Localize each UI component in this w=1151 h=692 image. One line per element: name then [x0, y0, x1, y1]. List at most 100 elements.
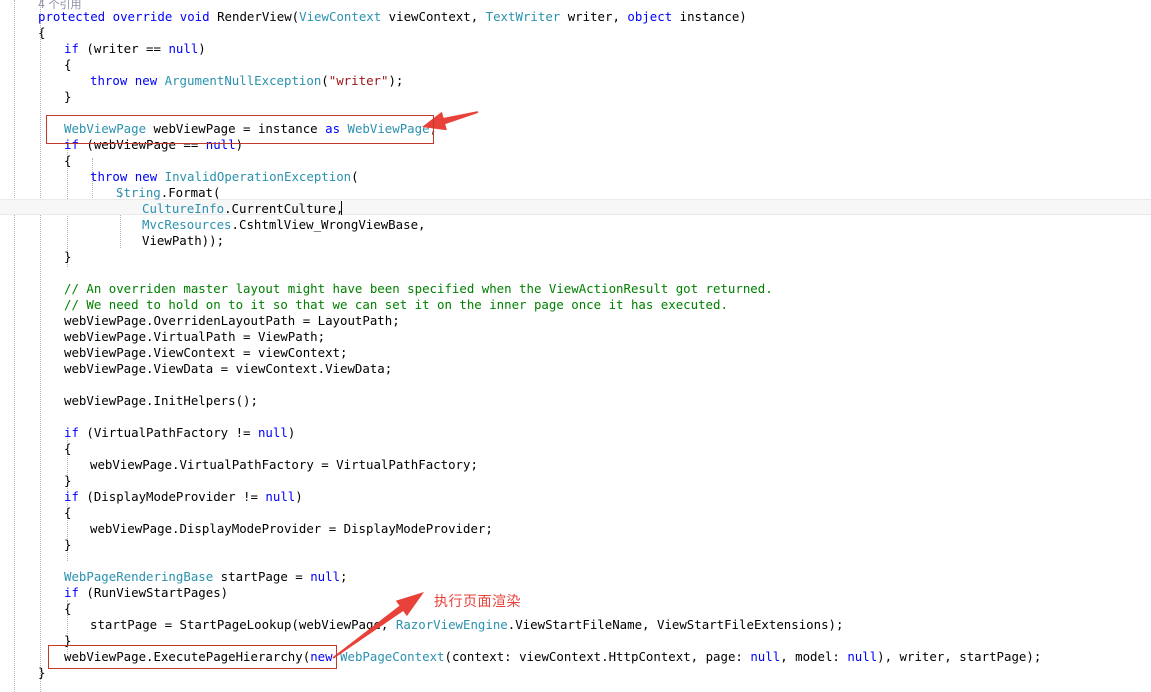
code-token: } [38, 665, 46, 680]
code-token: webViewPage.InitHelpers(); [64, 393, 258, 408]
code-line[interactable]: if (VirtualPathFactory != null) [0, 425, 1151, 441]
code-token: , model: [780, 649, 848, 664]
code-line[interactable]: { [0, 441, 1151, 457]
code-line[interactable] [0, 105, 1151, 121]
code-token: webViewPage.VirtualPathFactory = Virtual… [90, 457, 478, 472]
code-token: ; [340, 569, 348, 584]
code-token: if [64, 137, 79, 152]
code-token: .CshtmlView_WrongViewBase, [231, 217, 426, 232]
code-line[interactable]: } [0, 473, 1151, 489]
code-token: (DisplayModeProvider != [78, 489, 266, 504]
code-line[interactable]: { [0, 57, 1151, 73]
code-token: ; [429, 121, 438, 136]
code-line[interactable]: webViewPage.VirtualPathFactory = Virtual… [0, 457, 1151, 473]
code-token: ArgumentNullException [164, 73, 322, 88]
code-token: .ViewStartFileName, ViewStartFileExtensi… [507, 617, 844, 632]
code-token: throw [90, 73, 128, 88]
code-token: (VirtualPathFactory != [78, 425, 258, 440]
code-token: webViewPage.ViewContext = viewContext; [64, 345, 348, 360]
code-token: if [64, 425, 79, 440]
code-token: } [64, 249, 72, 264]
code-token: // An overriden master layout might have… [64, 281, 773, 296]
code-line[interactable]: webViewPage.VirtualPath = ViewPath; [0, 329, 1151, 345]
code-line[interactable]: MvcResources.CshtmlView_WrongViewBase, [0, 217, 1151, 233]
code-token: ( [351, 169, 359, 184]
code-token: new [134, 169, 158, 184]
code-line[interactable] [0, 377, 1151, 393]
code-line[interactable]: { [0, 25, 1151, 41]
code-token: webViewPage.ViewData = viewContext.ViewD… [64, 361, 393, 376]
code-token: } [64, 473, 72, 488]
code-line[interactable]: { [0, 153, 1151, 169]
code-line[interactable] [0, 553, 1151, 569]
code-line[interactable]: } [0, 537, 1151, 553]
code-token: startPage = [213, 569, 311, 584]
code-line[interactable]: { [0, 601, 1151, 617]
code-line[interactable]: // We need to hold on to it so that we c… [0, 297, 1151, 313]
code-token: RazorViewEngine [395, 617, 508, 632]
code-token: webViewPage.ExecutePageHierarchy( [64, 649, 311, 664]
code-token: webViewPage.DisplayModeProvider = Displa… [90, 521, 493, 536]
code-line[interactable]: if (DisplayModeProvider != null) [0, 489, 1151, 505]
code-line[interactable]: String.Format( [0, 185, 1151, 201]
code-token: null [750, 649, 781, 664]
code-token: null [310, 569, 341, 584]
code-token: ViewContext [299, 9, 382, 24]
code-line[interactable]: // An overriden master layout might have… [0, 281, 1151, 297]
code-line[interactable]: } [0, 665, 1151, 681]
code-token: (webViewPage == [78, 137, 206, 152]
code-line[interactable]: startPage = StartPageLookup(webViewPage,… [0, 617, 1151, 633]
code-line[interactable]: throw new InvalidOperationException( [0, 169, 1151, 185]
code-line[interactable]: CultureInfo.CurrentCulture, [0, 201, 1151, 217]
code-token: override [112, 9, 173, 24]
code-token: null [168, 41, 199, 56]
code-token: .Format( [160, 185, 221, 200]
code-token: { [64, 441, 72, 456]
code-token: WebPageRenderingBase [64, 569, 214, 584]
code-token: RenderView( [209, 9, 300, 24]
code-token: (context: viewContext.HttpContext, page: [444, 649, 751, 664]
code-line[interactable]: if (RunViewStartPages) [0, 585, 1151, 601]
code-line[interactable]: if (writer == null) [0, 41, 1151, 57]
code-token: MvcResources [142, 217, 232, 232]
code-line[interactable] [0, 265, 1151, 281]
code-line[interactable]: webViewPage.ExecutePageHierarchy(new Web… [0, 649, 1151, 665]
code-token: throw [90, 169, 128, 184]
code-line[interactable]: webViewPage.DisplayModeProvider = Displa… [0, 521, 1151, 537]
code-token: protected [38, 9, 106, 24]
code-token: WebPageContext [340, 649, 445, 664]
code-line[interactable]: } [0, 89, 1151, 105]
code-line[interactable]: ViewPath)); [0, 233, 1151, 249]
code-line[interactable]: webViewPage.ViewContext = viewContext; [0, 345, 1151, 361]
code-line[interactable]: } [0, 633, 1151, 649]
code-token: } [64, 89, 72, 104]
code-token: object [627, 9, 673, 24]
code-line[interactable]: webViewPage.OverridenLayoutPath = Layout… [0, 313, 1151, 329]
code-token: ( [321, 73, 329, 88]
code-line[interactable]: webViewPage.ViewData = viewContext.ViewD… [0, 361, 1151, 377]
code-token: if [64, 489, 79, 504]
code-line[interactable]: WebPageRenderingBase startPage = null; [0, 569, 1151, 585]
text-caret [341, 201, 342, 215]
code-editor[interactable]: 4 个引用 protected override void RenderView… [0, 0, 1151, 692]
code-token: (writer == [78, 41, 169, 56]
code-token: startPage = StartPageLookup(webViewPage, [90, 617, 396, 632]
code-token: CultureInfo [142, 201, 225, 216]
code-line[interactable] [0, 409, 1151, 425]
code-line[interactable]: protected override void RenderView(ViewC… [0, 9, 1151, 25]
code-line[interactable]: throw new ArgumentNullException("writer"… [0, 73, 1151, 89]
code-token: "writer" [328, 73, 389, 88]
code-line[interactable]: if (webViewPage == null) [0, 137, 1151, 153]
code-token: ) [198, 41, 206, 56]
code-line[interactable]: webViewPage.InitHelpers(); [0, 393, 1151, 409]
code-token: if [64, 41, 79, 56]
code-token: new [310, 649, 333, 664]
code-line[interactable]: { [0, 505, 1151, 521]
code-line[interactable]: } [0, 249, 1151, 265]
code-token: TextWriter [485, 9, 561, 24]
code-line[interactable]: WebViewPage webViewPage = instance as We… [0, 121, 1151, 137]
